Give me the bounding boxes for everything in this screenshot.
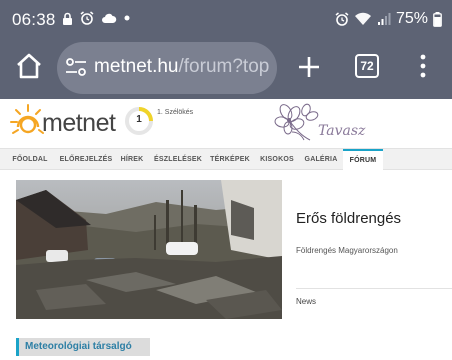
cloud-icon (102, 13, 117, 23)
more-menu-icon[interactable] (415, 53, 431, 79)
gauge-label: 1. Szélökés (157, 109, 194, 116)
home-icon[interactable] (14, 51, 44, 81)
main-nav: FŐOLDAL ELŐREJELZÉS HÍREK ÉSZLELÉSEK TÉR… (0, 148, 452, 170)
season-label: Tavasz (318, 123, 366, 139)
battery-icon (433, 11, 442, 27)
nav-item-kisokos[interactable]: KISOKOS (256, 149, 298, 170)
tab-switcher-button[interactable]: 72 (355, 54, 379, 78)
nav-item-terkepek[interactable]: TÉRKÉPEK (207, 149, 253, 170)
nav-item-galeria[interactable]: GALÉRIA (301, 149, 341, 170)
url-text: metnet.hu/forum?top (94, 56, 269, 78)
forum-section-header[interactable]: Meteorológiai társalgó (16, 338, 150, 356)
new-tab-icon[interactable] (296, 54, 322, 80)
lock-icon (63, 12, 72, 25)
url-host: metnet.hu (94, 56, 179, 77)
nav-item-forum[interactable]: FÓRUM (343, 149, 383, 170)
nav-item-eszlelesek[interactable]: ÉSZLELÉSEK (153, 149, 203, 170)
site-header: metnet 1 1. Szélökés Tavasz (0, 99, 452, 148)
logo-text: metnet (42, 109, 116, 137)
article-title[interactable]: Erős földrengés (296, 210, 401, 227)
nav-item-elorejelzes[interactable]: ELŐREJELZÉS (58, 149, 114, 170)
article-subtitle: Földrengés Magyarországon (296, 246, 398, 255)
alarm-icon (80, 11, 94, 25)
section-label: Meteorológiai társalgó (25, 341, 132, 352)
dot-icon (124, 15, 130, 21)
address-bar[interactable]: metnet.hu/forum?top (57, 42, 277, 94)
divider (296, 288, 452, 289)
status-bar: 06:38 75% (0, 0, 452, 38)
featured-article[interactable]: Erős földrengés Földrengés Magyarországo… (16, 180, 452, 319)
site-logo[interactable]: metnet (10, 103, 120, 143)
site-settings-icon[interactable] (65, 57, 87, 77)
browser-toolbar: metnet.hu/forum?top 72 (0, 38, 452, 99)
status-time: 06:38 (12, 10, 56, 29)
status-icons-right: 75% (335, 10, 442, 28)
wifi-icon (354, 12, 371, 25)
alarm-icon (335, 12, 349, 26)
gauge-value: 1 (136, 114, 142, 125)
nav-item-hirek[interactable]: HÍREK (116, 149, 148, 170)
battery-percent: 75% (395, 10, 428, 27)
url-path: /forum?top (178, 56, 270, 77)
article-category[interactable]: News (296, 297, 316, 306)
status-icons-left (62, 11, 130, 25)
article-image[interactable] (16, 180, 282, 319)
nav-item-fooldal[interactable]: FŐOLDAL (8, 149, 52, 170)
signal-icon (377, 13, 391, 25)
